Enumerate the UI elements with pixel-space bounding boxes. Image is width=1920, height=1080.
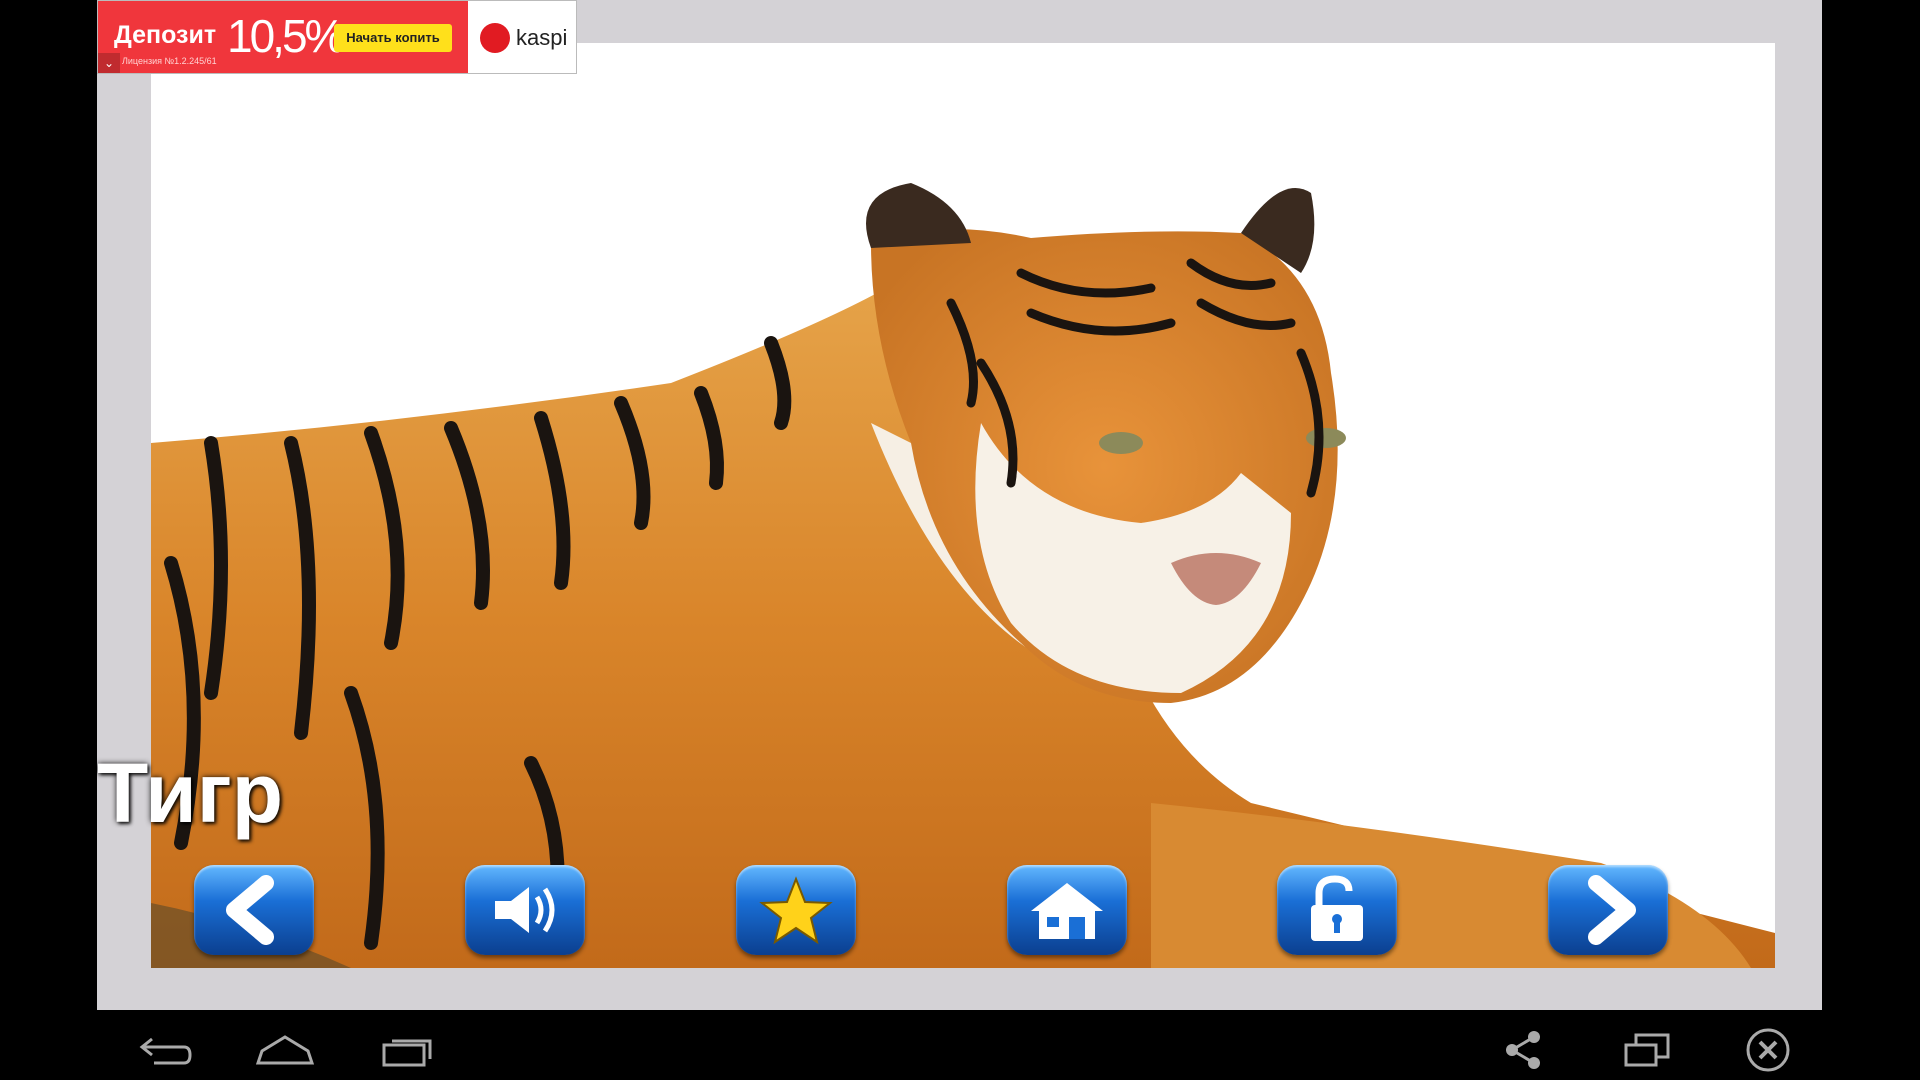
ad-brand: kaspi	[516, 25, 568, 50]
unlock-icon	[1311, 875, 1363, 941]
back-nav-button[interactable]	[130, 1025, 200, 1075]
animal-name-label: Тигр	[97, 746, 284, 840]
chevron-right-icon	[1588, 875, 1636, 945]
home-button[interactable]	[1007, 865, 1127, 955]
favorite-button[interactable]	[736, 865, 856, 955]
share-button[interactable]	[1490, 1025, 1560, 1075]
animal-photo	[151, 43, 1775, 968]
home-nav-button[interactable]	[250, 1025, 320, 1075]
previous-button[interactable]	[194, 865, 314, 955]
sound-button[interactable]	[465, 865, 585, 955]
recent-apps-button[interactable]	[372, 1025, 442, 1075]
share-icon	[1506, 1031, 1540, 1069]
next-button[interactable]	[1548, 865, 1668, 955]
kaspi-logo-icon	[480, 23, 510, 53]
chevron-down-icon[interactable]: ⌄	[98, 53, 120, 73]
ad-banner[interactable]: Депозит 10,5% Начать копить Лицензия №1.…	[97, 0, 577, 74]
ad-title: Депозит	[114, 21, 217, 49]
ad-cta-button[interactable]: Начать копить	[334, 24, 452, 52]
unlock-button[interactable]	[1277, 865, 1397, 955]
close-button[interactable]	[1733, 1025, 1803, 1075]
back-icon	[139, 1037, 192, 1065]
ad-rate: 10,5%	[227, 10, 345, 62]
window-resize-button[interactable]	[1612, 1025, 1682, 1075]
ad-license: Лицензия №1.2.245/61	[122, 56, 217, 66]
star-icon	[759, 876, 833, 945]
chevron-left-icon	[226, 875, 274, 945]
close-circle-icon	[1746, 1028, 1790, 1072]
home-icon	[1031, 883, 1103, 939]
window-resize-icon	[1624, 1033, 1670, 1067]
recent-apps-icon	[382, 1039, 432, 1067]
speaker-icon	[495, 887, 555, 933]
tiger-image	[151, 183, 1775, 968]
ad-red-panel: Депозит 10,5% Начать копить Лицензия №1.…	[98, 1, 468, 73]
home-outline-icon	[255, 1035, 315, 1065]
